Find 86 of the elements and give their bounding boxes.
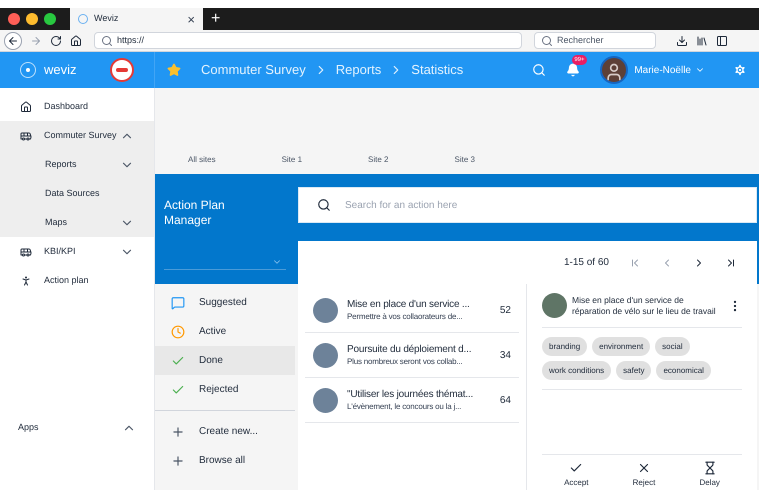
- decision-button[interactable]: Accept: [556, 461, 597, 488]
- pagination-range: 1-15 of 60: [564, 256, 609, 270]
- manager-title: Action Plan Manager: [164, 198, 226, 228]
- action-subtitle: Plus nombreux seront vos collab...: [347, 356, 464, 367]
- status-filter-item[interactable]: Active: [155, 317, 295, 346]
- maximize-window-icon[interactable]: [44, 13, 56, 25]
- action-subtitle: L'évènement, le concours ou la j...: [347, 401, 462, 412]
- site-tab[interactable]: All sites: [188, 154, 216, 166]
- download-icon[interactable]: [676, 34, 688, 46]
- sidebar-item[interactable]: Commuter Survey: [0, 121, 154, 150]
- tag-chip[interactable]: economical: [656, 361, 711, 380]
- plus-icon: [171, 424, 185, 438]
- library-icon[interactable]: [696, 34, 708, 46]
- bus-icon: [20, 130, 32, 142]
- search-icon: [541, 34, 553, 46]
- apps-section-header[interactable]: Apps: [0, 418, 154, 438]
- site-tab[interactable]: Site 1: [282, 154, 302, 166]
- new-tab-button[interactable]: +: [203, 11, 228, 27]
- last-page-icon[interactable]: [725, 256, 737, 268]
- tab-close-button[interactable]: ×: [187, 12, 195, 26]
- photo-placeholder: [542, 293, 567, 318]
- tag-chip[interactable]: social: [655, 337, 690, 356]
- user-avatar[interactable]: [600, 56, 628, 84]
- clock-icon: [171, 324, 185, 338]
- chat-bubble-icon: [171, 296, 185, 310]
- tag-chip[interactable]: safety: [616, 361, 652, 380]
- notification-bell-icon[interactable]: [566, 63, 580, 77]
- sidebar-item[interactable]: KBI/KPI: [0, 237, 154, 266]
- tag-chip[interactable]: work conditions: [542, 361, 612, 380]
- sidebar-subitem[interactable]: Data Sources: [0, 179, 154, 208]
- action-subtitle: Permettre à vos collaorateurs de...: [347, 311, 464, 322]
- photo-placeholder: [313, 342, 338, 368]
- site-favicon-icon: [78, 14, 88, 24]
- decision-button[interactable]: Reject: [624, 461, 664, 488]
- sidebar-subitem[interactable]: Maps: [0, 208, 154, 237]
- tab-title: Weviz: [94, 12, 120, 26]
- status-filter-item[interactable]: Suggested: [155, 288, 295, 317]
- search-icon: [101, 34, 113, 46]
- action-title: Poursuite du déploiement d...: [347, 343, 472, 356]
- sidebar-subitem[interactable]: Reports: [0, 150, 154, 179]
- sidebar-toggle-icon[interactable]: [716, 34, 728, 46]
- sidebar-item[interactable]: Action plan: [0, 266, 154, 295]
- back-arrow-icon: [7, 34, 19, 46]
- search-icon[interactable]: [532, 63, 546, 77]
- action-count: 34: [500, 348, 511, 362]
- status-filter-item[interactable]: Done: [155, 346, 295, 375]
- action-list-item[interactable]: Poursuite du déploiement d... Plus nombreux seront vos collab... 34: [305, 333, 519, 378]
- status-filter-item[interactable]: Rejected: [155, 375, 295, 404]
- detail-title: Mise en place d'un service de réparation de vélo sur le lieu de travail: [572, 294, 717, 316]
- reload-icon[interactable]: [50, 34, 62, 46]
- action-list-item[interactable]: Mise en place d'un service ... Permettre à vos collaorateurs de... 52: [305, 288, 519, 333]
- tag-chip[interactable]: environment: [592, 337, 650, 356]
- photo-placeholder: [313, 388, 338, 412]
- person-icon: [20, 274, 32, 286]
- command-item[interactable]: Browse all: [155, 446, 295, 475]
- home-icon[interactable]: [70, 34, 82, 46]
- search-icon: [317, 198, 331, 212]
- action-title: Mise en place d'un service ...: [347, 298, 471, 311]
- sidebar-item[interactable]: Dashboard: [0, 92, 154, 121]
- action-title: "Utiliser les journées thémat...: [347, 388, 474, 401]
- client-logo-icon: [110, 58, 134, 82]
- site-tab[interactable]: Site 3: [454, 154, 475, 166]
- command-item[interactable]: Create new...: [155, 417, 295, 446]
- site-tab[interactable]: Site 2: [368, 154, 388, 166]
- tag-chip[interactable]: branding: [542, 337, 588, 356]
- close-window-icon[interactable]: [8, 13, 20, 25]
- back-button[interactable]: [4, 32, 22, 50]
- hourglass-icon: [702, 461, 717, 475]
- brand-name: weviz: [44, 61, 78, 80]
- browser-tab[interactable]: Weviz ×: [70, 8, 203, 30]
- first-page-icon[interactable]: [629, 256, 641, 268]
- home-icon: [20, 100, 32, 112]
- close-icon: [637, 461, 651, 475]
- action-count: 52: [500, 304, 511, 318]
- settings-icon[interactable]: [733, 63, 747, 77]
- browser-search-field[interactable]: Rechercher: [534, 32, 656, 49]
- action-count: 64: [500, 394, 511, 408]
- plus-icon: [171, 454, 185, 468]
- decision-button[interactable]: Delay: [691, 461, 728, 488]
- action-list-item[interactable]: "Utiliser les journées thémat... L'évènement, le concours ou la j... 64: [305, 378, 519, 423]
- url-field[interactable]: https://: [94, 32, 522, 49]
- photo-placeholder: [313, 298, 338, 322]
- logo-icon: [20, 62, 36, 78]
- favorite-star-icon[interactable]: [167, 63, 181, 77]
- bus-icon: [20, 246, 32, 258]
- minimize-window-icon[interactable]: [26, 13, 38, 25]
